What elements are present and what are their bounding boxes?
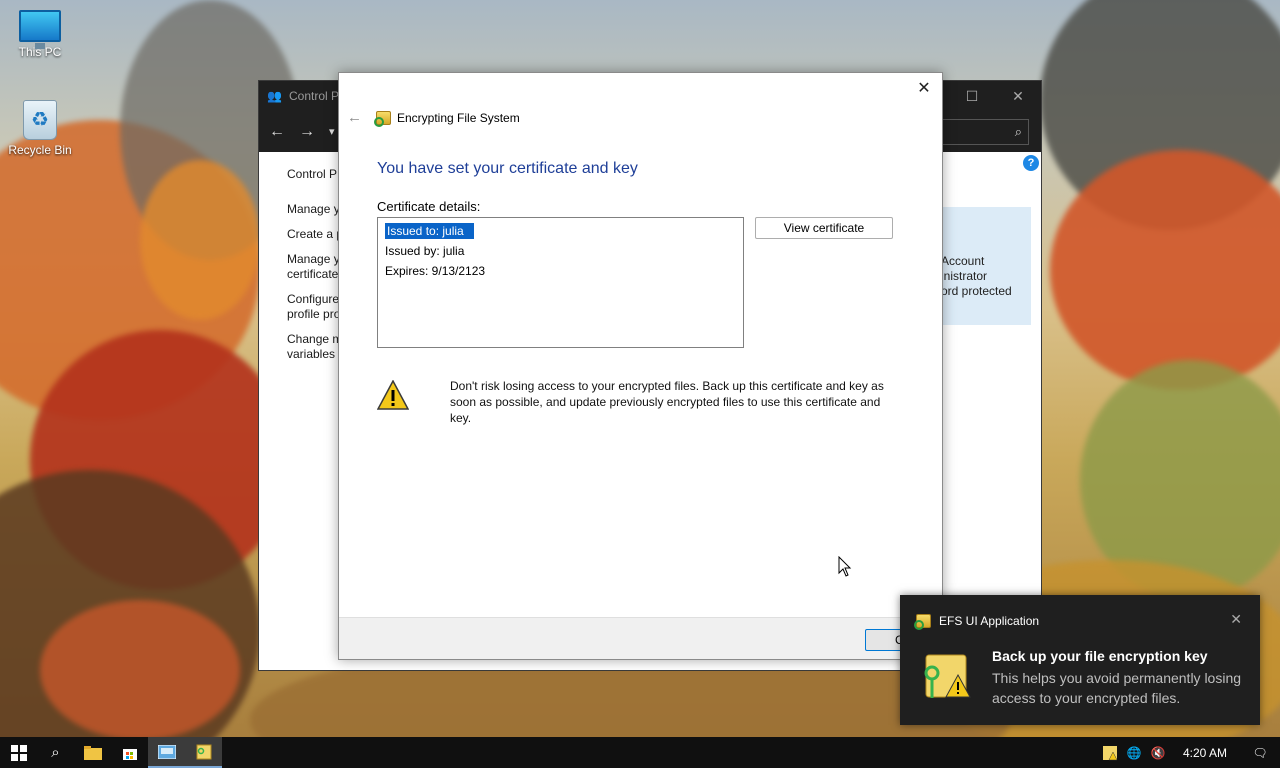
account-text: ord protected [941,284,1012,298]
efs-key-icon [374,111,391,127]
help-icon[interactable]: ? [1023,155,1039,171]
efs-tray-icon[interactable] [1098,737,1122,768]
back-arrow-icon[interactable]: ← [347,109,362,126]
dialog-title: Encrypting File System [397,111,520,125]
store-icon[interactable] [111,737,148,768]
back-arrow-icon[interactable]: ← [269,123,285,141]
system-tray: 🌐 🔇 4:20 AM 🗨 [1098,737,1280,768]
desktop-icon-label: Recycle Bin [8,143,72,157]
certificate-line[interactable]: Issued to: julia [384,222,737,242]
certificate-line[interactable]: Expires: 9/13/2123 [384,262,737,282]
taskbar: ⌕ 🌐 🔇 4:20 AM 🗨 [0,737,1280,768]
search-icon[interactable]: ⌕ [37,737,74,768]
search-icon: ⌕ [1014,124,1022,139]
toast-app-header: EFS UI Application [914,614,1040,630]
toast-app-name: EFS UI Application [939,614,1040,628]
dialog-footer: Clo [339,617,943,659]
dialog-heading: You have set your certificate and key [377,160,638,177]
network-icon[interactable]: 🌐 [1122,737,1146,768]
desktop-icon-recycle-bin[interactable]: ♻ Recycle Bin [0,100,80,157]
close-icon[interactable]: ✕ [1230,611,1242,628]
chevron-down-icon[interactable]: ▾ [329,125,335,138]
warning-text: Don't risk losing access to your encrypt… [450,379,884,425]
maximize-icon[interactable]: ☐ [949,81,995,111]
toast-body: This helps you avoid permanently losing … [992,670,1242,706]
start-button[interactable] [0,737,37,768]
forward-arrow-icon[interactable]: → [299,123,315,141]
clock[interactable]: 4:20 AM [1170,737,1240,768]
control-panel-taskbar-icon[interactable] [148,737,185,768]
dialog-header: Encrypting File System [374,111,520,127]
close-icon[interactable]: ✕ [912,79,936,99]
efs-dialog: ✕ ← Encrypting File System You have set … [338,72,943,660]
file-explorer-icon[interactable] [74,737,111,768]
mouse-pointer-icon [838,555,852,581]
certificate-details-label: Certificate details: [377,199,481,214]
toast-notification[interactable]: EFS UI Application ✕ Back up your file e… [900,595,1260,725]
recycle-bin-icon: ♻ [23,100,57,140]
users-icon: 👥 [267,89,282,103]
volume-muted-icon[interactable]: 🔇 [1146,737,1170,768]
efs-taskbar-icon[interactable] [185,737,222,768]
account-text: Account [941,254,985,268]
efs-key-icon [914,614,931,630]
certificate-details-box[interactable]: Issued to: julia Issued by: julia Expire… [377,217,744,348]
warning-icon [376,379,410,410]
window-title: Control P [289,89,340,103]
desktop-icon-this-pc[interactable]: This PC [0,10,80,59]
monitor-icon [19,10,61,49]
toast-title: Back up your file encryption key [992,648,1208,664]
certificate-line[interactable]: Issued by: julia [384,242,737,262]
account-text: inistrator [941,269,988,283]
windows-logo-icon [10,744,27,761]
efs-warning-key-icon [920,651,972,701]
search-input[interactable]: ⌕ [939,119,1029,145]
action-center-icon[interactable]: 🗨 [1240,737,1280,768]
close-icon[interactable]: ✕ [995,81,1041,111]
account-panel: Account inistrator ord protected [941,207,1031,325]
view-certificate-button[interactable]: View certificate [755,217,893,239]
